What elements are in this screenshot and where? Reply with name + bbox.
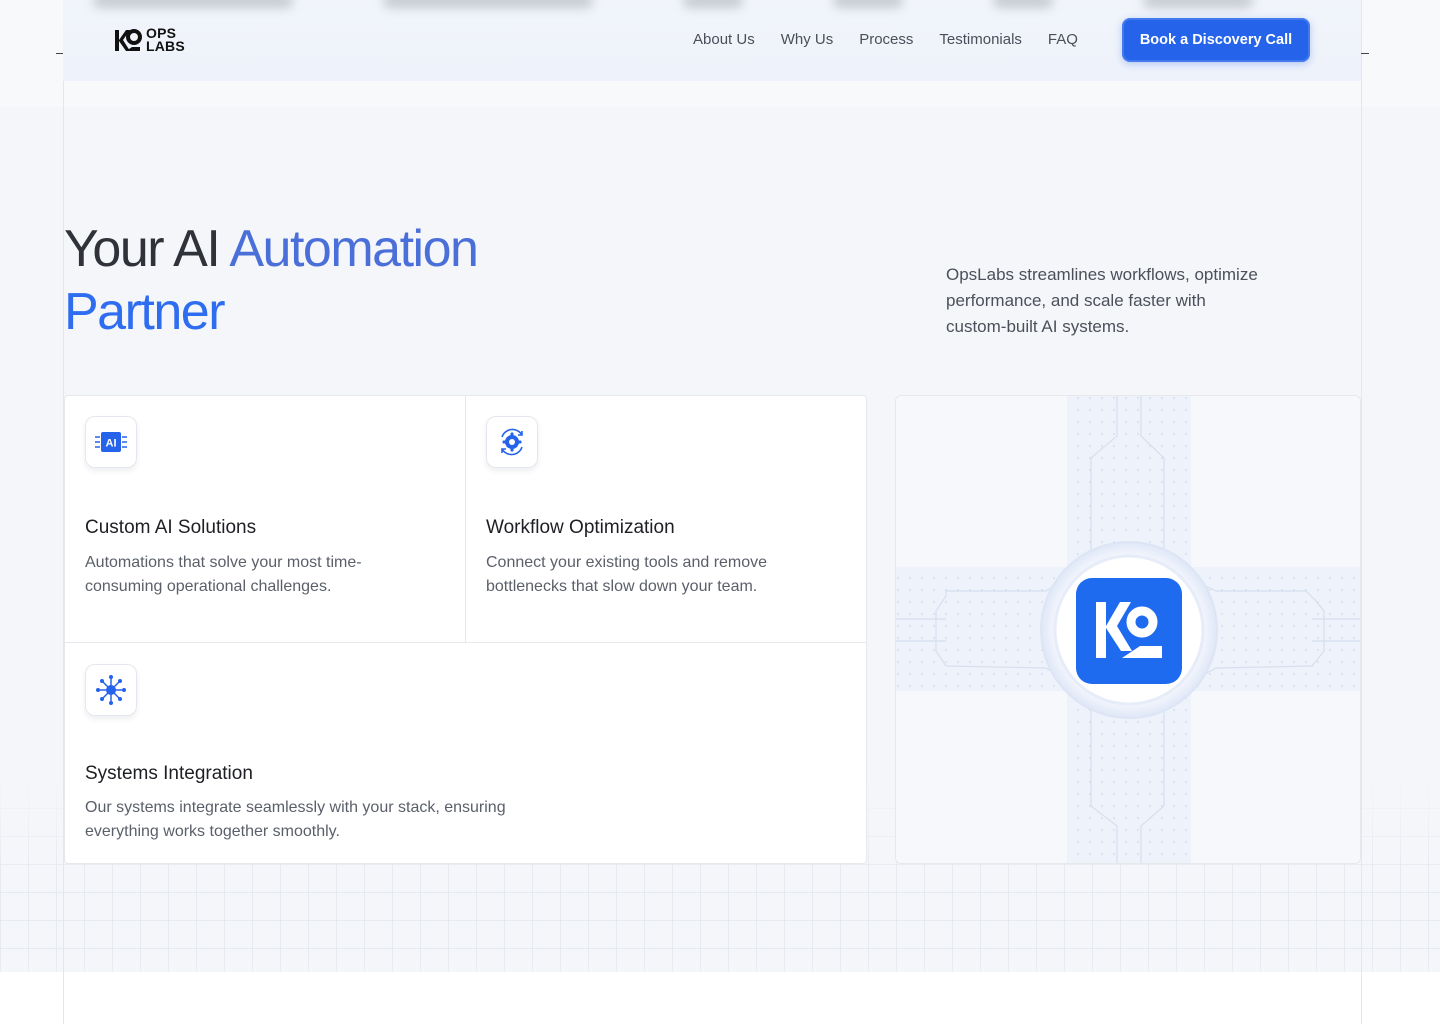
hero-title: Your AI Automation Partner <box>64 218 479 344</box>
hero-title-part-1: Your AI <box>64 220 230 278</box>
site-header: OPS LABS About Us Why Us Process Testimo… <box>63 0 1361 81</box>
blurred-background-strip <box>93 0 1323 12</box>
nav-faq[interactable]: FAQ <box>1048 31 1078 48</box>
nav-testimonials[interactable]: Testimonials <box>939 31 1022 48</box>
hub-illustration-graphic <box>896 396 1360 863</box>
feature-card-workflow: Workflow Optimization Connect your exist… <box>466 396 867 643</box>
main-nav: About Us Why Us Process Testimonials FAQ <box>693 31 1078 48</box>
ai-chip-icon: AI <box>85 416 137 468</box>
features-grid: AI Custom AI Solutions Automations that … <box>64 395 867 864</box>
hub-illustration <box>895 395 1361 864</box>
feature-title: Workflow Optimization <box>486 517 675 538</box>
feature-description: Our systems integrate seamlessly with yo… <box>85 799 506 840</box>
feature-card-custom-ai: AI Custom AI Solutions Automations that … <box>65 396 466 643</box>
feature-description: Connect your existing tools and remove b… <box>486 554 768 595</box>
hero-title-part-2: Automation <box>229 220 479 278</box>
frame-line-right <box>1361 0 1362 1024</box>
logo-wordmark: OPS LABS <box>146 26 185 54</box>
feature-description: Automations that solve your most time-co… <box>85 554 362 595</box>
network-hub-icon <box>85 664 137 716</box>
feature-title: Systems Integration <box>85 763 253 784</box>
bottom-band <box>0 972 1440 1024</box>
logo-line-2: LABS <box>146 38 185 54</box>
hero-description: OpsLabs streamlines workflows, optimize … <box>946 265 1258 336</box>
frame-tick-right <box>1361 53 1369 54</box>
site-logo[interactable]: OPS LABS <box>114 26 185 54</box>
nav-about-us[interactable]: About Us <box>693 31 755 48</box>
feature-card-systems: Systems Integration Our systems integrat… <box>65 643 867 864</box>
hero-title-part-3: Partner <box>64 283 226 341</box>
nav-why-us[interactable]: Why Us <box>781 31 834 48</box>
gear-sync-icon <box>486 416 538 468</box>
ai-chip-label: AI <box>106 438 117 450</box>
feature-title: Custom AI Solutions <box>85 517 257 538</box>
book-discovery-call-button[interactable]: Book a Discovery Call <box>1122 18 1310 62</box>
nav-process[interactable]: Process <box>859 31 913 48</box>
opslabs-logo-icon <box>115 29 142 51</box>
